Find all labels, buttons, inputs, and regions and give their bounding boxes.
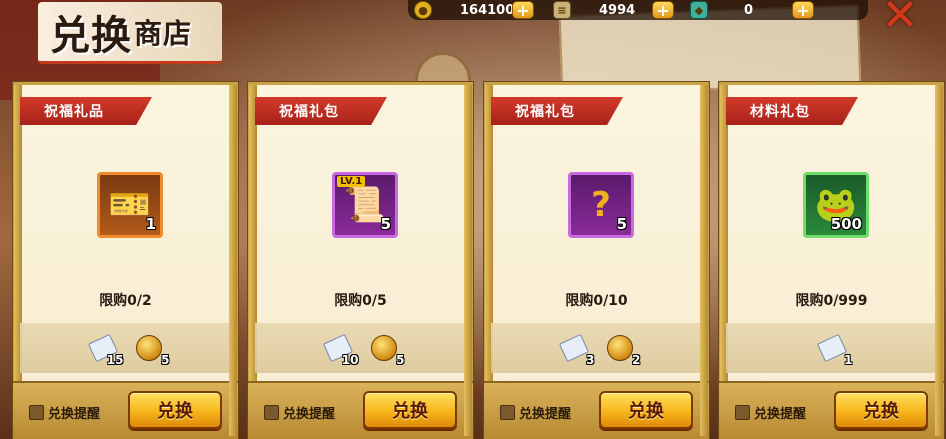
shop-title-main: 兑换	[50, 11, 132, 59]
currency-gem: ◆ 0	[690, 0, 753, 20]
purchase-limit: 限购0/2	[99, 293, 152, 309]
coin-icon	[370, 335, 397, 361]
mystery-box-icon: ?	[591, 185, 611, 225]
currency-ticket: ≡ 4994	[553, 0, 635, 20]
cost-ticket: 1	[815, 331, 853, 367]
currency-coin-value: 164100	[460, 2, 515, 18]
exchange-remind-toggle[interactable]: 兑换提醒	[735, 403, 806, 422]
exchange-button[interactable]: 兑换	[128, 391, 222, 429]
item-slot[interactable]: 🎫 1	[97, 172, 163, 238]
coin-icon	[135, 335, 162, 361]
item-slot[interactable]: ? 5	[568, 172, 634, 238]
level-badge: LV.1	[337, 176, 366, 187]
shop-card: 祝福礼品 🎫 1 限购0/2 15 5 兑换提醒 兑换	[13, 82, 238, 439]
add-gem-button[interactable]: +	[792, 1, 814, 20]
ticket-icon	[558, 333, 589, 363]
item-count: 5	[616, 215, 627, 233]
remind-checkbox[interactable]	[735, 405, 750, 420]
cost-amount: 15	[106, 353, 124, 367]
add-coin-button[interactable]: +	[512, 1, 534, 20]
purchase-limit: 限购0/999	[795, 293, 868, 309]
item-slot[interactable]: 🐸 500	[803, 172, 869, 238]
remind-label: 兑换提醒	[48, 407, 101, 422]
cost-ticket: 3	[557, 331, 595, 367]
cost-ticket: 15	[86, 331, 124, 367]
ticket-icon	[816, 333, 847, 363]
card-title: 材料礼包	[726, 97, 858, 125]
card-footer: 兑换提醒 兑换	[719, 381, 944, 439]
exchange-remind-toggle[interactable]: 兑换提醒	[29, 403, 100, 422]
cost-row: 10 5	[255, 323, 466, 373]
currency-coin: ● 164100	[414, 0, 514, 20]
currency-ticket-value: 4994	[599, 2, 636, 18]
shop-card: 祝福礼包 LV.1 📜 5 限购0/5 10 5 兑换提醒 兑换	[248, 82, 473, 439]
ticket-stack-icon: ≡	[553, 1, 571, 19]
card-title: 祝福礼品	[20, 97, 152, 125]
remind-checkbox[interactable]	[29, 405, 44, 420]
add-ticket-button[interactable]: +	[652, 1, 674, 20]
shop-card: 祝福礼包 ? 5 限购0/10 3 2 兑换提醒 兑换	[484, 82, 709, 439]
close-icon[interactable]: ✕	[872, 0, 928, 38]
purchase-limit: 限购0/5	[334, 293, 387, 309]
item-slot[interactable]: LV.1 📜 5	[332, 172, 398, 238]
cost-amount: 10	[341, 353, 359, 367]
exchange-button[interactable]: 兑换	[599, 391, 693, 429]
exchange-remind-toggle[interactable]: 兑换提醒	[500, 403, 571, 422]
shop-card: 材料礼包 🐸 500 限购0/999 1 兑换提醒 兑换	[719, 82, 944, 439]
cost-amount: 1	[844, 353, 853, 367]
cost-amount: 3	[586, 353, 595, 367]
cost-amount: 5	[161, 353, 170, 367]
exchange-button[interactable]: 兑换	[834, 391, 928, 429]
card-footer: 兑换提醒 兑换	[484, 381, 709, 439]
item-count: 500	[830, 215, 862, 233]
cost-row: 1	[726, 323, 937, 373]
coin-icon: ●	[414, 1, 432, 19]
remind-label: 兑换提醒	[754, 407, 807, 422]
remind-checkbox[interactable]	[264, 405, 279, 420]
cost-coin: 5	[132, 331, 170, 367]
currency-gem-value: 0	[744, 2, 754, 18]
cost-row: 15 5	[20, 323, 231, 373]
remind-label: 兑换提醒	[519, 407, 572, 422]
purchase-limit: 限购0/10	[565, 293, 628, 309]
exchange-button[interactable]: 兑换	[363, 391, 457, 429]
cost-amount: 5	[396, 353, 405, 367]
card-footer: 兑换提醒 兑换	[13, 381, 238, 439]
card-footer: 兑换提醒 兑换	[248, 381, 473, 439]
cost-coin: 2	[603, 331, 641, 367]
exchange-remind-toggle[interactable]: 兑换提醒	[264, 403, 335, 422]
cost-amount: 2	[632, 353, 641, 367]
cost-coin: 5	[367, 331, 405, 367]
shop-title-sub: 商店	[134, 16, 193, 50]
item-count: 5	[380, 215, 391, 233]
gem-icon: ◆	[690, 1, 708, 19]
remind-checkbox[interactable]	[500, 405, 515, 420]
item-count: 1	[145, 215, 156, 233]
cost-ticket: 10	[321, 331, 359, 367]
card-title: 祝福礼包	[255, 97, 387, 125]
coin-icon	[606, 335, 633, 361]
shop-title: 兑换 商店	[38, 2, 223, 64]
cost-row: 3 2	[491, 323, 702, 373]
remind-label: 兑换提醒	[283, 407, 336, 422]
card-title: 祝福礼包	[491, 97, 623, 125]
